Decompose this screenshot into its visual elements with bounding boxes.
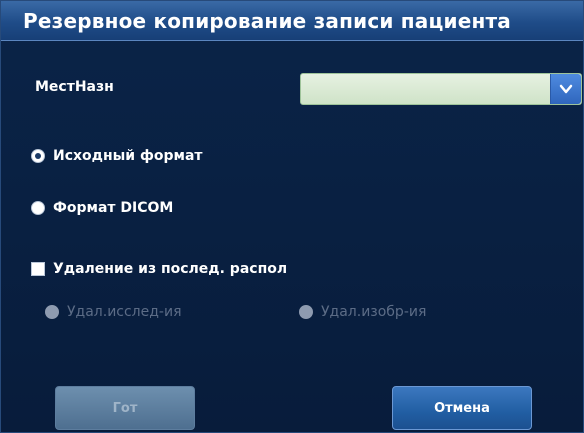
- format-original-option[interactable]: Исходный формат: [31, 148, 203, 164]
- dialog-titlebar: Резервное копирование записи пациента: [1, 1, 583, 41]
- delete-after-backup-option[interactable]: Удаление из послед. распол: [31, 261, 287, 277]
- chevron-down-icon: [559, 84, 573, 94]
- delete-image-label: Удал.изобр-ия: [321, 304, 427, 320]
- delete-exam-label: Удал.исслед-ия: [67, 304, 182, 320]
- dialog-title: Резервное копирование записи пациента: [23, 9, 511, 33]
- cancel-button[interactable]: Отмена: [392, 386, 532, 430]
- backup-dialog: Резервное копирование записи пациента Ме…: [0, 0, 584, 433]
- ok-button[interactable]: Гот: [55, 386, 195, 430]
- delete-image-option: Удал.изобр-ия: [299, 304, 426, 320]
- delete-after-backup-checkbox[interactable]: [31, 262, 45, 276]
- format-original-label: Исходный формат: [53, 148, 203, 164]
- destination-select[interactable]: [300, 73, 582, 105]
- destination-label: МестНазн: [35, 79, 114, 95]
- format-dicom-radio[interactable]: [31, 201, 45, 215]
- delete-after-backup-label: Удаление из послед. распол: [53, 261, 288, 277]
- format-original-radio[interactable]: [31, 149, 45, 163]
- delete-exam-radio: [45, 305, 59, 319]
- format-dicom-label: Формат DICOM: [53, 200, 174, 216]
- dropdown-button[interactable]: [550, 74, 581, 104]
- delete-image-radio: [299, 305, 313, 319]
- delete-exam-option: Удал.исслед-ия: [45, 304, 182, 320]
- format-dicom-option[interactable]: Формат DICOM: [31, 200, 173, 216]
